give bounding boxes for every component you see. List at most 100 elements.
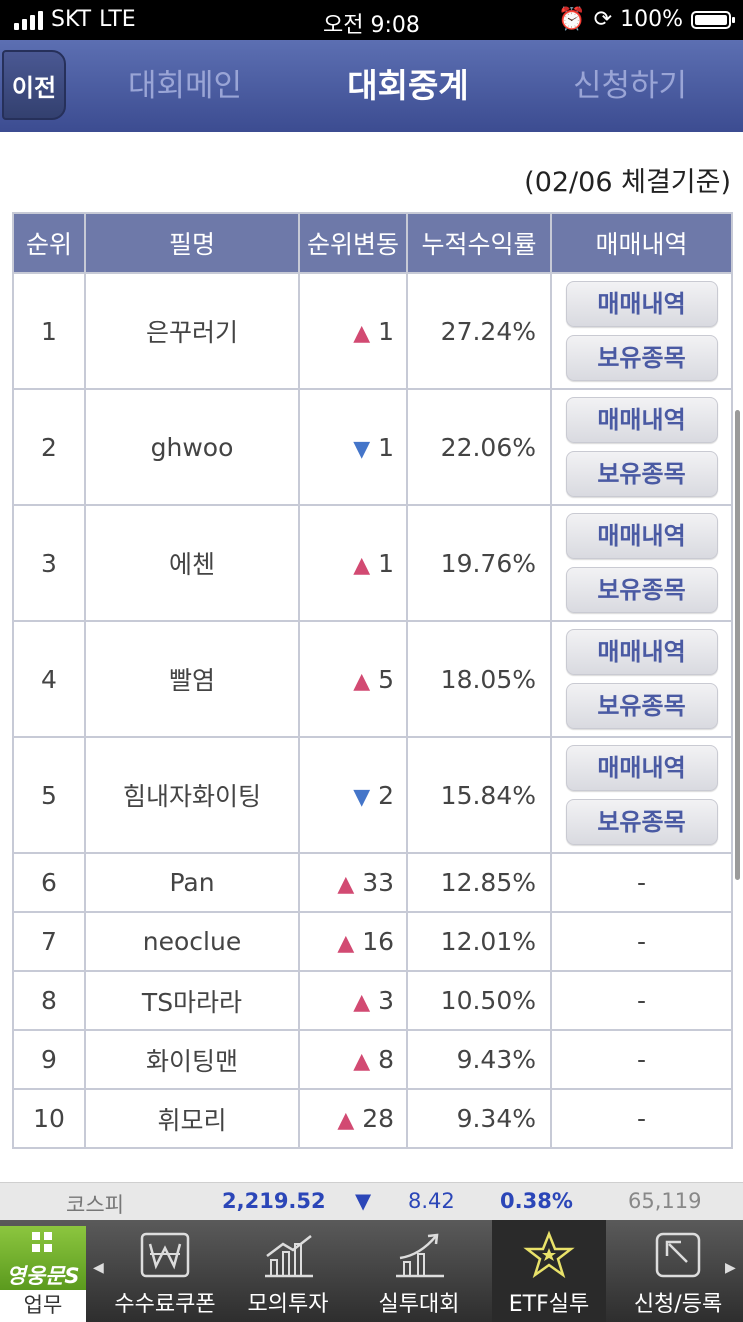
tab-label: 모의투자 [247, 1292, 329, 1317]
change-value: 5 [378, 664, 394, 694]
table-row: 4 빨염 ▲ 5 18.05% 매매내역 보유종목 [12, 620, 733, 738]
rank: 6 [12, 852, 86, 913]
header-return: 누적수익률 [406, 212, 552, 274]
rank-change: ▲ 3 [298, 970, 408, 1031]
change-value: 3 [378, 986, 394, 1015]
chart-bars-icon [265, 1235, 313, 1278]
tab-apply-register[interactable]: 신청/등록 [618, 1220, 738, 1322]
return-rate: 18.05% [406, 620, 552, 738]
holdings-button[interactable]: 보유종목 [565, 799, 718, 845]
menu-grid-icon [32, 1232, 52, 1252]
basis-date: (02/06 체결기준) [524, 167, 731, 198]
trades-empty: - [550, 911, 733, 972]
nickname[interactable]: 힘내자화이팅 [84, 736, 300, 854]
market-ticker[interactable]: 코스피 2,219.52 ▼ 8.42 0.38% 65,119 [0, 1182, 743, 1221]
status-bar: SKT LTE 오전 9:08 ⏰ ⟳ 100% [0, 0, 743, 40]
table-row: 5 힘내자화이팅 ▼ 2 15.84% 매매내역 보유종목 [12, 736, 733, 854]
nickname[interactable]: TS마라라 [84, 970, 300, 1031]
tab-fee-coupon[interactable]: 수수료쿠폰 [100, 1220, 230, 1322]
ticker-change: 8.42 [408, 1189, 455, 1213]
down-arrow-icon: ▼ [353, 436, 371, 462]
down-arrow-icon: ▼ [355, 1189, 372, 1213]
rank: 7 [12, 911, 86, 972]
rank: 4 [12, 620, 86, 738]
up-arrow-icon: ▲ [353, 990, 371, 1015]
ticker-value: 2,219.52 [222, 1189, 326, 1213]
trade-buttons: 매매내역보유종목 [550, 504, 733, 622]
nickname[interactable]: Pan [84, 852, 300, 913]
nickname[interactable]: 은꾸러기 [84, 272, 300, 390]
register-icon [655, 1232, 701, 1278]
holdings-button[interactable]: 보유종목 [565, 451, 718, 497]
change-value: 1 [378, 548, 394, 578]
bottom-tab-bar: 영웅문S 업무 ◀ 수수료쿠폰 모의투자 실투대회 ETF실투 신청/등록 ▶ [0, 1220, 743, 1322]
scroll-right-icon[interactable]: ▶ [725, 1260, 736, 1276]
up-arrow-icon: ▲ [337, 931, 355, 956]
header-trades: 매매내역 [550, 212, 733, 274]
table-header: 순위 필명 순위변동 누적수익률 매매내역 [12, 212, 733, 274]
trades-empty: - [550, 852, 733, 913]
table-row: 8 TS마라라 ▲ 3 10.50% - [12, 970, 733, 1031]
return-rate: 9.34% [406, 1088, 552, 1149]
holdings-button[interactable]: 보유종목 [565, 683, 718, 729]
tab-contest-main[interactable]: 대회메인 [100, 40, 270, 132]
nav-header: 이전 대회메인 대회중계 신청하기 [0, 40, 743, 132]
trade-history-button[interactable]: 매매내역 [565, 281, 718, 327]
rank: 2 [12, 388, 86, 506]
star-icon [523, 1230, 575, 1279]
trade-history-button[interactable]: 매매내역 [565, 397, 718, 443]
rank: 9 [12, 1029, 86, 1090]
menu-label: 업무 [23, 1293, 63, 1317]
return-rate: 9.43% [406, 1029, 552, 1090]
tab-label: ETF실투 [508, 1292, 590, 1317]
tab-label: 신청/등록 [633, 1292, 723, 1317]
table-row: 2 ghwoo ▼ 1 22.06% 매매내역보유종목 [12, 388, 733, 506]
app-menu-button[interactable]: 영웅문S 업무 [0, 1226, 86, 1322]
tab-mock-investment[interactable]: 모의투자 [232, 1220, 344, 1322]
up-arrow-icon: ▲ [337, 1108, 355, 1133]
header-rank-change: 순위변동 [298, 212, 408, 274]
tab-etf-contest[interactable]: ETF실투 [492, 1220, 606, 1322]
return-rate: 12.85% [406, 852, 552, 913]
return-rate: 10.50% [406, 970, 552, 1031]
app-logo: 영웅문S [6, 1264, 80, 1288]
trade-buttons: 매매내역보유종목 [550, 620, 733, 738]
trades-empty: - [550, 970, 733, 1031]
growth-arrow-icon [396, 1233, 444, 1278]
trade-history-button[interactable]: 매매내역 [565, 745, 718, 791]
scrollbar[interactable] [735, 410, 740, 880]
ranking-table: 순위 필명 순위변동 누적수익률 매매내역 1 은꾸러기 ▲ 1 27.24% … [12, 212, 733, 1149]
trade-buttons: 매매내역보유종목 [550, 272, 733, 390]
holdings-button[interactable]: 보유종목 [565, 567, 718, 613]
tab-contest-broadcast[interactable]: 대회중계 [323, 40, 493, 132]
tab-apply[interactable]: 신청하기 [545, 40, 715, 132]
nickname[interactable]: 에첸 [84, 504, 300, 622]
nickname[interactable]: 빨염 [84, 620, 300, 738]
trade-history-button[interactable]: 매매내역 [565, 513, 718, 559]
change-value: 1 [378, 432, 394, 462]
up-arrow-icon: ▲ [353, 320, 371, 346]
rank-change: ▲ 16 [298, 911, 408, 972]
nickname[interactable]: 화이팅맨 [84, 1029, 300, 1090]
nickname[interactable]: neoclue [84, 911, 300, 972]
trades-empty: - [550, 1029, 733, 1090]
return-rate: 27.24% [406, 272, 552, 390]
rank: 1 [12, 272, 86, 390]
rank-change: ▼ 1 [298, 388, 408, 506]
change-value: 8 [378, 1045, 394, 1074]
return-rate: 22.06% [406, 388, 552, 506]
battery-icon [691, 10, 735, 29]
holdings-button[interactable]: 보유종목 [565, 335, 718, 381]
nickname[interactable]: 휘모리 [84, 1088, 300, 1149]
table-row: 1 은꾸러기 ▲ 1 27.24% 매매내역보유종목 [12, 272, 733, 390]
trade-history-button[interactable]: 매매내역 [565, 629, 718, 675]
back-button[interactable]: 이전 [2, 50, 66, 120]
coupon-icon [140, 1232, 190, 1278]
change-value: 2 [378, 780, 394, 810]
change-value: 28 [362, 1104, 394, 1133]
tab-real-contest[interactable]: 실투대회 [360, 1220, 478, 1322]
trade-buttons: 매매내역보유종목 [550, 736, 733, 854]
rank: 8 [12, 970, 86, 1031]
change-value: 1 [378, 316, 394, 346]
nickname[interactable]: ghwoo [84, 388, 300, 506]
